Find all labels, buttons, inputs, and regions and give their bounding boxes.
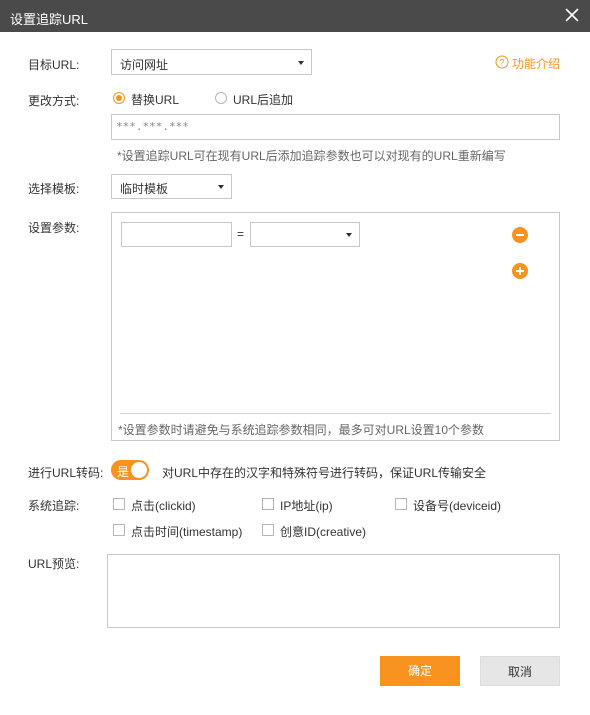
param-value-select[interactable] (250, 222, 360, 247)
radio-replace-url-label[interactable]: 替换URL (131, 91, 179, 108)
params-hint: *设置参数时请避免与系统追踪参数相同，最多可对URL设置10个参数 (118, 423, 485, 437)
params-divider (120, 413, 551, 414)
svg-text:?: ? (499, 58, 504, 68)
chevron-down-icon (298, 61, 304, 65)
template-label: 选择模板: (28, 182, 80, 196)
cancel-button[interactable]: 取消 (480, 656, 560, 686)
radio-append-url-label[interactable]: URL后追加 (233, 91, 293, 108)
confirm-button[interactable]: 确定 (380, 656, 460, 686)
transcode-label: 进行URL转码: (28, 466, 104, 480)
checkbox-creative-label[interactable]: 创意ID(creative) (280, 523, 366, 540)
change-mode-label: 更改方式: (28, 94, 80, 108)
preview-label: URL预览: (28, 557, 80, 571)
plus-circle-icon[interactable] (512, 263, 528, 279)
template-value: 临时模板 (120, 182, 169, 196)
tracking-url-hint: *设置追踪URL可在现有URL后添加追踪参数也可以对现有的URL重新编写 (117, 149, 506, 163)
checkbox-deviceid[interactable] (395, 498, 407, 510)
transcode-toggle-label: 是 (117, 465, 130, 479)
checkbox-clickid-label[interactable]: 点击(clickid) (131, 497, 196, 514)
minus-circle-icon[interactable] (512, 227, 528, 243)
params-label: 设置参数: (28, 221, 80, 235)
chevron-down-icon (346, 233, 352, 237)
template-select[interactable]: 临时模板 (111, 174, 232, 199)
transcode-description: 对URL中存在的汉字和特殊符号进行转码，保证URL传输安全 (162, 466, 487, 480)
toggle-knob (131, 462, 147, 478)
radio-append-url[interactable] (215, 92, 227, 104)
param-equals: = (237, 227, 245, 241)
target-url-label: 目标URL: (28, 58, 80, 72)
radio-replace-url[interactable] (113, 92, 125, 104)
checkbox-deviceid-label[interactable]: 设备号(deviceid) (413, 497, 501, 514)
url-preview-box[interactable] (107, 554, 560, 628)
help-label: 功能介绍 (512, 57, 561, 71)
close-icon[interactable] (564, 7, 580, 23)
checkbox-ip-label[interactable]: IP地址(ip) (280, 497, 333, 514)
question-circle-icon: ? (495, 55, 509, 69)
target-url-select[interactable]: 访问网址 (111, 49, 312, 75)
dialog-titlebar: 设置追踪URL (0, 0, 590, 32)
dialog-title: 设置追踪URL (10, 12, 89, 27)
transcode-toggle[interactable]: 是 (111, 460, 149, 480)
checkbox-timestamp-label[interactable]: 点击时间(timestamp) (131, 523, 242, 540)
checkbox-timestamp[interactable] (113, 524, 125, 536)
checkbox-creative[interactable] (262, 524, 274, 536)
system-tracking-label: 系统追踪: (28, 499, 80, 513)
param-name-input[interactable] (121, 222, 232, 247)
target-url-value: 访问网址 (120, 58, 169, 72)
checkbox-clickid[interactable] (113, 498, 125, 510)
chevron-down-icon (218, 185, 224, 189)
tracking-url-input[interactable]: ***.***.*** (111, 114, 560, 140)
checkbox-ip[interactable] (262, 498, 274, 510)
params-panel: = *设置参数时请避免与系统追踪参数相同，最多可对URL设置10个参数 (111, 212, 560, 441)
tracking-url-value: ***.***.*** (116, 120, 189, 133)
